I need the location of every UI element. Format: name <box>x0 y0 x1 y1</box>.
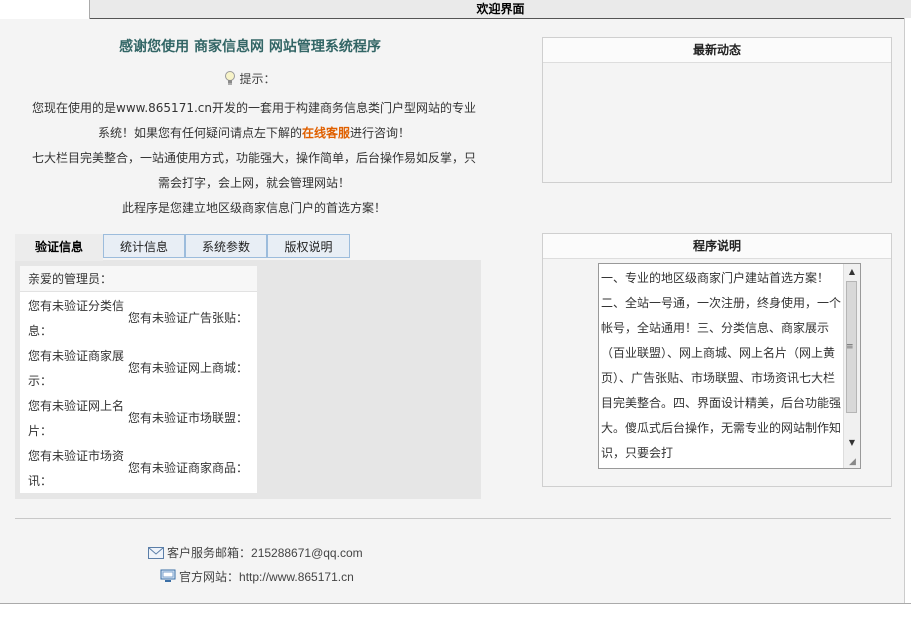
tab-copyright[interactable]: 版权说明 <box>267 234 350 258</box>
program-description-textarea[interactable]: 一、专业的地区级商家门户建站首选方案！二、全站一号通，一次注册，终身使用，一个帐… <box>598 263 861 469</box>
verify-row: 您有未验证分类信息： 您有未验证广告张贴： <box>20 294 257 344</box>
left-frame-tab <box>0 0 90 19</box>
welcome-title: 感谢您使用 商家信息网 网站管理系统程序 <box>119 39 381 55</box>
bottom-frame-edge <box>0 603 911 619</box>
website-label: 官方网站： <box>179 570 240 584</box>
email-label: 客户服务邮箱： <box>167 546 252 560</box>
verify-item: 您有未验证市场资讯： <box>28 449 125 488</box>
right-frame-edge <box>904 18 911 618</box>
tab-statistics[interactable]: 统计信息 <box>103 234 185 258</box>
hint-label: 提示： <box>239 72 276 86</box>
resize-handle-icon[interactable]: ◢ <box>849 457 859 467</box>
envelope-icon <box>148 547 164 562</box>
intro-line-2: 七大栏目完美整合，一站通使用方式，功能强大，操作简单，后台操作易如反掌，只需会打… <box>31 151 476 190</box>
footer-divider <box>15 518 891 519</box>
page-title: 欢迎界面 <box>90 0 911 19</box>
info-tabs: 验证信息 统计信息 系统参数 版权说明 <box>15 234 481 261</box>
hint-line: 提示： <box>20 70 480 87</box>
news-panel: 最新动态 <box>542 37 892 183</box>
verify-row: 您有未验证网上名片： 您有未验证市场联盟： <box>20 394 257 444</box>
admin-greeting: 亲爱的管理员： <box>20 266 257 292</box>
verify-row: 您有未验证商家展示： 您有未验证网上商城： <box>20 344 257 394</box>
email-value: 215288671@qq.com <box>251 546 363 560</box>
scroll-down-icon[interactable]: ▼ <box>844 436 860 450</box>
grip-icon: ≡ <box>846 342 854 352</box>
scroll-up-icon[interactable]: ▲ <box>844 265 860 279</box>
intro-text: 您现在使用的是www.865171.cn开发的一套用于构建商务信息类门户型网站的… <box>28 96 480 221</box>
news-panel-title: 最新动态 <box>543 38 891 63</box>
online-service-link[interactable]: 在线客服 <box>302 126 350 140</box>
verify-item: 您有未验证商家商品： <box>128 461 249 475</box>
verify-item: 您有未验证网上名片： <box>28 399 125 438</box>
verify-row: 您有未验证市场资讯： 您有未验证商家商品： <box>20 444 257 494</box>
tab-verify-info[interactable]: 验证信息 <box>15 234 103 261</box>
contact-email: 客户服务邮箱：215288671@qq.com <box>148 544 363 562</box>
verify-item: 您有未验证分类信息： <box>28 299 125 338</box>
tab-system-params[interactable]: 系统参数 <box>185 234 267 258</box>
verify-item: 您有未验证广告张贴： <box>128 311 249 325</box>
verify-item: 您有未验证网上商城： <box>128 361 249 375</box>
website-icon <box>160 569 176 586</box>
program-description-text: 一、专业的地区级商家门户建站首选方案！二、全站一号通，一次注册，终身使用，一个帐… <box>601 271 842 460</box>
intro-line-1-tail: 进行咨询！ <box>350 126 411 140</box>
lightbulb-icon <box>224 71 236 85</box>
vertical-scrollbar[interactable]: ▲ ≡ ▼ <box>843 264 860 468</box>
website-link[interactable]: http://www.865171.cn <box>239 570 354 584</box>
verify-item: 您有未验证市场联盟： <box>128 411 249 425</box>
program-panel-title: 程序说明 <box>543 234 891 259</box>
intro-line-3: 此程序是您建立地区级商家信息门户的首选方案！ <box>121 201 386 215</box>
verify-item: 您有未验证商家展示： <box>28 349 125 388</box>
contact-website: 官方网站：http://www.865171.cn <box>160 568 354 586</box>
title-bar: 欢迎界面 <box>0 0 911 19</box>
